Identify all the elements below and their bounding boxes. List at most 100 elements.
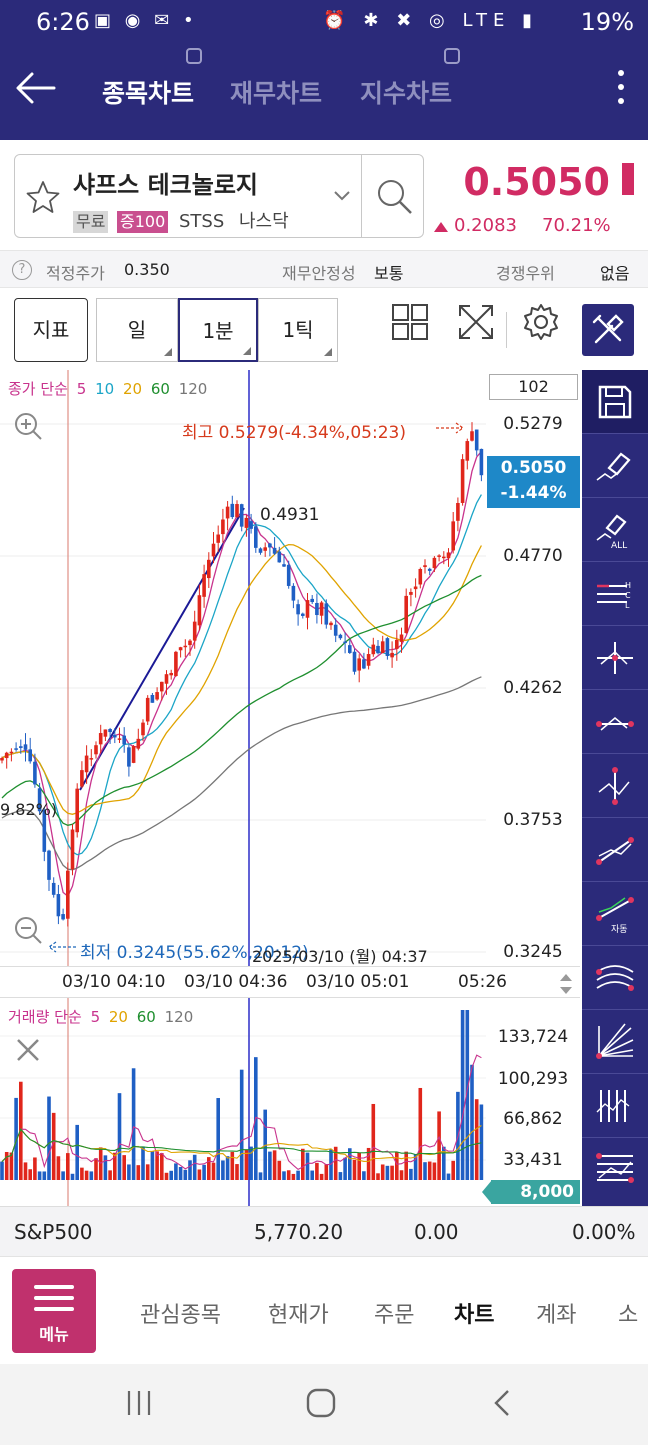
cycle-line-tool[interactable] (582, 1074, 648, 1138)
candle-body (131, 746, 136, 763)
star-icon[interactable] (25, 179, 61, 215)
volume-bar (296, 1170, 300, 1180)
save-tool[interactable] (582, 370, 648, 434)
candle-body (432, 557, 437, 569)
indicator-button[interactable]: 지표 (14, 298, 88, 362)
nav-account[interactable]: 계좌 (536, 1297, 576, 1329)
volume-bar (160, 1153, 164, 1180)
candle-body (174, 651, 178, 677)
fibonacci-tool[interactable] (582, 1138, 648, 1202)
fair-price-value: 0.350 (124, 260, 170, 279)
stock-name: 샤프스 테크놀로지 (73, 171, 258, 199)
volume-bar (197, 1169, 202, 1180)
candle-body (404, 595, 408, 633)
drawing-tools-button[interactable] (582, 304, 634, 356)
stock-market: 나스닥 (239, 211, 289, 232)
volume-bar (324, 1164, 329, 1180)
vertical-line-tool[interactable] (582, 754, 648, 818)
volume-bar (192, 1154, 197, 1180)
candle-body (75, 788, 79, 833)
stock-selector[interactable]: 샤프스 테크놀로지 무료 증100 STSS 나스닥 (14, 154, 424, 238)
competition-label: 경쟁우위 (496, 264, 555, 283)
period-minute-button[interactable]: 1분 (178, 298, 258, 362)
fair-price-label: 적정주가 (46, 264, 105, 283)
nav-watchlist[interactable]: 관심종목 (140, 1297, 221, 1329)
volume-axis-label: 33,431 (503, 1150, 563, 1170)
nav-chart[interactable]: 차트 (454, 1297, 494, 1329)
volume-bar (202, 1164, 206, 1180)
candle-body (98, 733, 103, 745)
system-icons: ⏰ ✱ ✖ ◎ LTE ▮ (323, 10, 538, 31)
index-value: 5,770.20 (254, 1220, 344, 1244)
time-axis[interactable]: 03/10 04:10 03/10 04:36 03/10 05:01 05:2… (0, 966, 580, 998)
y-axis-label: 0.3753 (503, 810, 563, 830)
candle-count[interactable]: 102 (489, 374, 578, 400)
zoom-out-icon[interactable] (12, 914, 44, 946)
candle-body (160, 681, 164, 692)
price-legend[interactable]: 종가 단순 5 10 20 60 120 (8, 378, 211, 399)
volume-bar (169, 1170, 173, 1180)
volume-bar (9, 1152, 14, 1180)
gear-icon[interactable] (521, 302, 561, 342)
candle-body (442, 556, 446, 559)
tab-financial-chart[interactable]: 재무차트 (230, 74, 322, 110)
index-change: 0.00 (414, 1220, 459, 1244)
fan-tool[interactable] (582, 1010, 648, 1074)
candle-body (268, 543, 272, 548)
peak-label: 0.4931 (260, 505, 320, 525)
zoom-in-icon[interactable] (12, 410, 44, 442)
divider (506, 312, 507, 348)
expand-icon[interactable] (456, 302, 496, 342)
candle-body (155, 692, 159, 700)
volume-legend[interactable]: 거래량 단순 5 20 60 120 (8, 1006, 197, 1027)
top-bar: 6:26 ▣ ◉ ✉ • ⏰ ✱ ✖ ◎ LTE ▮ 19% 종목차트 재무차트… (0, 0, 648, 140)
cross-line-tool[interactable] (582, 626, 648, 690)
tab-stock-chart[interactable]: 종목차트 (102, 74, 194, 110)
more-options-icon[interactable] (616, 70, 626, 110)
trend-line (79, 507, 245, 791)
close-icon[interactable] (14, 1036, 42, 1064)
horizontal-line-tool[interactable] (582, 690, 648, 754)
grid-layout-icon[interactable] (390, 302, 430, 342)
candle-body (451, 521, 455, 551)
period-tick-button[interactable]: 1틱 (258, 298, 338, 362)
index-ticker-row[interactable]: S&P500 5,770.20 0.00 0.00% (0, 1206, 648, 1256)
price-change-percent: 70.21% (542, 215, 611, 236)
hamburger-icon (34, 1285, 74, 1315)
recent-apps-icon[interactable] (124, 1388, 154, 1418)
candle-body (301, 613, 305, 616)
candle-body (207, 559, 211, 579)
candle-body (338, 634, 343, 639)
back-icon[interactable] (490, 1388, 516, 1418)
tab-index-chart[interactable]: 지수차트 (360, 74, 452, 110)
candle-body (319, 602, 324, 616)
arc-tool[interactable] (582, 946, 648, 1010)
candle-body (47, 850, 51, 880)
period-day-button[interactable]: 일 (96, 298, 178, 362)
trend-line-tool[interactable] (582, 818, 648, 882)
valuation-row: ? 적정주가 0.350 재무안정성 보통 경쟁우위 없음 (0, 250, 648, 288)
eraser-tool[interactable] (582, 434, 648, 498)
scroll-arrows-icon[interactable] (556, 971, 576, 997)
candle-body (423, 565, 427, 568)
candle-body (348, 645, 352, 653)
nav-more[interactable]: 소 (618, 1297, 638, 1329)
legend-ma60: 60 (150, 380, 170, 398)
nav-order[interactable]: 주문 (374, 1297, 414, 1329)
home-icon[interactable] (304, 1386, 338, 1420)
candle-body (258, 548, 263, 553)
current-price-marker: 0.5050 -1.44% (487, 456, 580, 508)
volume-bar (66, 1153, 70, 1180)
chevron-down-icon[interactable] (333, 189, 351, 203)
back-arrow-icon[interactable] (14, 66, 58, 110)
help-icon[interactable]: ? (12, 260, 32, 280)
erase-all-tool[interactable]: ALL (582, 498, 648, 562)
menu-button[interactable]: 메뉴 (12, 1269, 96, 1353)
search-icon[interactable] (375, 177, 415, 217)
volume-bar (258, 1172, 263, 1180)
candle-body (225, 506, 230, 519)
auto-trend-tool[interactable]: 자동 (582, 882, 648, 946)
nav-current-price[interactable]: 현재가 (268, 1297, 329, 1329)
candle-body (399, 634, 404, 642)
hcl-tool[interactable]: H C L (582, 562, 648, 626)
